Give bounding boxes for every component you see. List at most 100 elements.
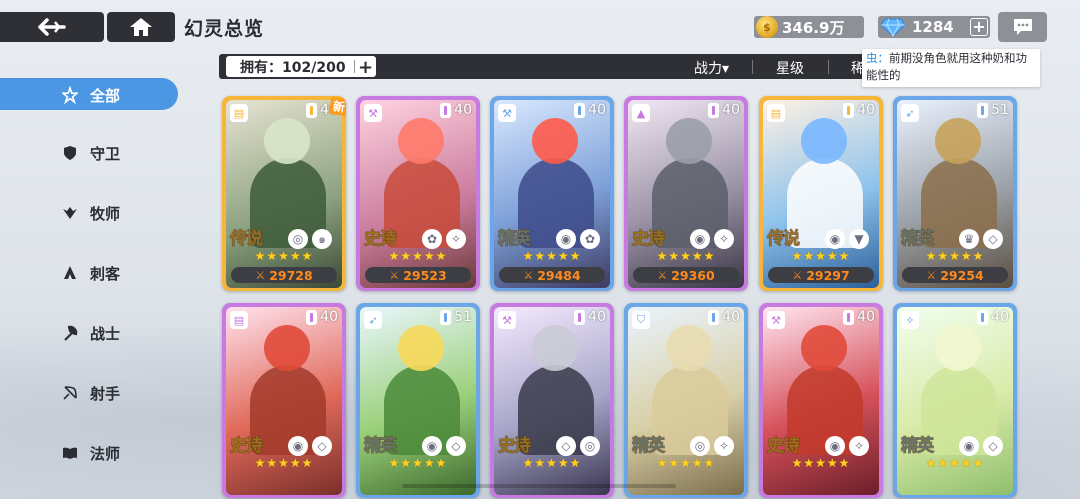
hero-level: 40 xyxy=(977,309,1009,325)
fire-rune-icon: ◉ xyxy=(288,436,308,456)
sparkle-rune-icon: ✧ xyxy=(714,436,734,456)
hero-card[interactable]: ➶ 51 精英 ◉ ◇ ★★★★★ xyxy=(356,303,480,498)
shield-icon xyxy=(62,145,78,161)
level-icon xyxy=(306,309,318,325)
sidebar-item-3[interactable]: 刺客 xyxy=(62,261,182,285)
sort-stars[interactable]: 星级 xyxy=(776,58,804,78)
level-value: 40 xyxy=(588,309,606,325)
sidebar-item-label: 全部 xyxy=(90,86,121,105)
star-rating: ★★★★★ xyxy=(388,249,448,263)
sidebar-item-4[interactable]: 战士 xyxy=(62,321,182,345)
sidebar-item-label: 法师 xyxy=(90,444,121,463)
hero-level: 40 xyxy=(306,309,338,325)
hero-card[interactable]: ⚒ 40 史诗 ✿ ✧ ★★★★★ ⚔ 29523 xyxy=(356,96,480,291)
level-icon xyxy=(440,102,452,118)
rarity-label: 传说 xyxy=(767,229,801,250)
level-value: 40 xyxy=(320,309,338,325)
fire-rune-icon: ◉ xyxy=(825,229,845,249)
gold-coin-icon: $ xyxy=(756,16,778,38)
power-value: 29728 xyxy=(269,267,313,283)
sort-power[interactable]: 战力▾ xyxy=(694,58,729,78)
fire-rune-icon: ◉ xyxy=(825,436,845,456)
rarity-label: 精英 xyxy=(498,229,532,250)
home-button[interactable] xyxy=(107,12,175,42)
hero-card[interactable]: ▤ 40 传说 ◉ ▼ ★★★★★ ⚔ 29297 xyxy=(759,96,883,291)
divider xyxy=(354,60,355,73)
level-icon xyxy=(843,309,855,325)
hero-card[interactable]: ✧ 40 精英 ◉ ◇ ★★★★★ xyxy=(893,303,1017,498)
hero-head xyxy=(801,325,847,371)
sidebar-item-2[interactable]: 牧师 xyxy=(62,201,182,225)
wings-rune-icon: ▼ xyxy=(849,229,869,249)
hero-card[interactable]: ▤40新传说◎๑★★★★★⚔29728 xyxy=(222,96,346,291)
power-badge: ⚔ 29254 xyxy=(902,267,1008,283)
level-icon xyxy=(574,102,586,118)
axe-icon: ⚒ xyxy=(498,104,516,122)
fire-rune-icon: ◉ xyxy=(422,436,442,456)
chat-icon xyxy=(1013,19,1032,35)
back-button[interactable] xyxy=(0,12,104,42)
diamond-rune-icon: ◇ xyxy=(983,229,1003,249)
hero-card[interactable]: ⛉ 40 精英 ◎ ✧ ★★★★★ xyxy=(624,303,748,498)
owned-count-box[interactable]: 拥有：102/200 + xyxy=(226,56,376,78)
axe-icon xyxy=(62,325,78,341)
sidebar-item-label: 守卫 xyxy=(90,144,121,163)
gold-amount: 346.9万 xyxy=(782,18,845,37)
power-value: 29484 xyxy=(537,267,581,283)
star-rating: ★★★★★ xyxy=(656,249,716,263)
comment-text: 前期没角色就用这种奶和功能性的 xyxy=(866,51,1027,82)
rarity-label: 史诗 xyxy=(230,436,264,457)
chat-button[interactable] xyxy=(998,12,1047,42)
hero-card[interactable]: ⚒ 40 精英 ◉ ✿ ★★★★★ ⚔ 29484 xyxy=(490,96,614,291)
book-icon: ▤ xyxy=(767,104,785,122)
divider xyxy=(828,60,829,74)
star-rating: ★★★★★ xyxy=(254,456,314,470)
hero-level: 40 xyxy=(574,102,606,118)
star-rating: ★★★★★ xyxy=(925,249,985,263)
hero-card[interactable]: ⚒ 40 史诗 ◉ ✧ ★★★★★ xyxy=(759,303,883,498)
hero-head xyxy=(532,325,578,371)
hero-card[interactable]: ➶ 51 精英 ♛ ◇ ★★★★★ ⚔ 29254 xyxy=(893,96,1017,291)
sidebar-item-label: 牧师 xyxy=(90,204,121,223)
sidebar-item-label: 射手 xyxy=(90,384,121,403)
owned-count: 拥有：102/200 xyxy=(240,59,346,76)
hero-head xyxy=(666,325,712,371)
hero-card[interactable]: ▤ 40 史诗 ◉ ◇ ★★★★★ xyxy=(222,303,346,498)
level-icon xyxy=(977,102,989,118)
hero-level: 51 xyxy=(977,102,1009,118)
level-icon xyxy=(977,309,989,325)
fire-rune-icon: ◉ xyxy=(690,229,710,249)
hero-head xyxy=(398,118,444,164)
hero-card[interactable]: ⚒ 40 史诗 ◇ ◎ ★★★★★ xyxy=(490,303,614,498)
expand-capacity-button[interactable]: + xyxy=(358,57,373,78)
diamond-rune-icon: ◇ xyxy=(556,436,576,456)
level-icon xyxy=(843,102,855,118)
rarity-label: 精英 xyxy=(364,436,398,457)
rarity-label: 史诗 xyxy=(498,436,532,457)
all-star-icon xyxy=(62,86,78,104)
axe-icon: ⚒ xyxy=(767,311,785,329)
new-badge: 新 xyxy=(328,96,346,117)
page-title: 幻灵总览 xyxy=(184,18,265,40)
back-arrow-icon xyxy=(38,18,66,36)
star-rating: ★★★★★ xyxy=(656,456,716,470)
add-gems-button[interactable]: + xyxy=(970,18,988,36)
sidebar-item-5[interactable]: 射手 xyxy=(62,381,182,405)
power-badge: ⚔ 29297 xyxy=(768,267,874,283)
rarity-label: 精英 xyxy=(632,436,666,457)
sidebar-item-1[interactable]: 守卫 xyxy=(62,141,182,165)
gem-icon xyxy=(880,18,906,37)
hero-card[interactable]: ▲ 40 史诗 ◉ ✧ ★★★★★ ⚔ 29360 xyxy=(624,96,748,291)
star-rating: ★★★★★ xyxy=(522,249,582,263)
sparkle-rune-icon: ✧ xyxy=(714,229,734,249)
level-value: 40 xyxy=(722,309,740,325)
hero-head xyxy=(801,118,847,164)
rarity-label: 传说 xyxy=(230,229,264,250)
sidebar-item-0[interactable]: 全部 xyxy=(62,83,182,107)
level-icon xyxy=(708,102,720,118)
hero-level: 51 xyxy=(440,309,472,325)
fire-rune-icon: ◉ xyxy=(556,229,576,249)
crossed-swords-icon: ⚔ xyxy=(389,268,400,282)
diamond-rune-icon: ◇ xyxy=(983,436,1003,456)
sidebar-item-6[interactable]: 法师 xyxy=(62,441,182,465)
